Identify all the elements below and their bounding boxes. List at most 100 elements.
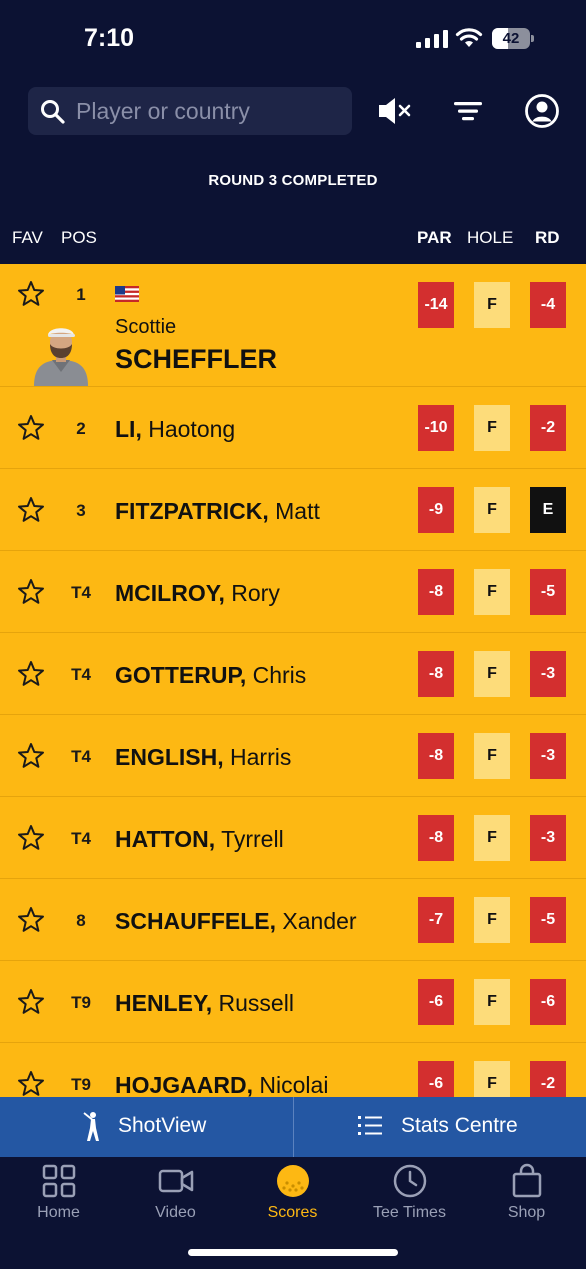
hole-status: F	[474, 282, 510, 328]
hole-status: F	[474, 405, 510, 451]
player-name: LI, Haotong	[115, 416, 236, 442]
score-to-par: -7	[418, 897, 454, 943]
tab-label: Shop	[507, 1204, 546, 1221]
hole-status: F	[474, 1061, 510, 1097]
player-row[interactable]: 2 LI, Haotong -10 F -2	[0, 387, 586, 469]
status-bar: 7:10 42	[0, 0, 586, 78]
favourite-star-icon[interactable]	[17, 414, 45, 442]
tab-tee-times[interactable]: Tee Times	[351, 1157, 468, 1237]
battery-level: 42	[502, 30, 520, 47]
player-position: T4	[71, 829, 91, 848]
player-position: T9	[71, 993, 91, 1012]
round-score: -5	[530, 569, 566, 615]
score-to-par: -8	[418, 733, 454, 779]
hole-status: F	[474, 815, 510, 861]
player-position: 8	[76, 911, 86, 930]
stats-centre-label: Stats Centre	[401, 1114, 518, 1137]
tab-scores[interactable]: Scores	[234, 1157, 351, 1237]
video-camera-icon	[158, 1169, 194, 1193]
speaker-muted-icon[interactable]	[377, 93, 413, 129]
favourite-star-icon[interactable]	[17, 988, 45, 1016]
hole-status: F	[474, 487, 510, 533]
favourite-star-icon[interactable]	[17, 578, 45, 606]
column-header-rd: RD	[535, 228, 560, 247]
favourite-star-icon[interactable]	[17, 1070, 45, 1097]
score-to-par: -8	[418, 651, 454, 697]
player-position: T4	[71, 583, 91, 602]
favourite-star-icon[interactable]	[17, 824, 45, 852]
round-score: -2	[530, 405, 566, 451]
status-time: 7:10	[84, 24, 135, 52]
player-row[interactable]: 3 FITZPATRICK, Matt -9 F E	[0, 469, 586, 551]
round-score: -3	[530, 815, 566, 861]
tab-video[interactable]: Video	[117, 1157, 234, 1237]
home-indicator	[188, 1249, 398, 1256]
wifi-icon	[455, 28, 483, 47]
round-score: -5	[530, 897, 566, 943]
favourite-star-icon[interactable]	[17, 742, 45, 770]
round-score: E	[530, 487, 566, 533]
player-row[interactable]: T4 HATTON, Tyrrell -8 F -3	[0, 797, 586, 879]
favourite-star-icon[interactable]	[17, 280, 45, 308]
round-score: -4	[530, 282, 566, 328]
favourite-star-icon[interactable]	[17, 906, 45, 934]
action-bar: ShotView Stats Centre	[0, 1097, 586, 1157]
score-to-par: -8	[418, 815, 454, 861]
player-first-name: Scottie	[115, 316, 177, 338]
score-to-par: -10	[418, 405, 454, 451]
golf-ball-icon	[277, 1165, 309, 1197]
player-position: T4	[71, 665, 91, 684]
tab-shop[interactable]: Shop	[468, 1157, 585, 1237]
tab-label: Home	[37, 1204, 80, 1221]
score-to-par: -9	[418, 487, 454, 533]
clock-icon	[393, 1164, 427, 1198]
player-name: GOTTERUP, Chris	[115, 662, 307, 688]
player-row[interactable]: T9 HOJGAARD, Nicolai -6 F -2	[0, 1043, 586, 1097]
player-row[interactable]: T4 MCILROY, Rory -8 F -5	[0, 551, 586, 633]
search-icon	[41, 100, 65, 124]
grid-icon	[42, 1164, 76, 1198]
player-name: HOJGAARD, Nicolai	[115, 1072, 329, 1097]
search-bar[interactable]	[28, 87, 352, 135]
stats-centre-button[interactable]: Stats Centre	[293, 1097, 586, 1157]
search-input[interactable]	[76, 87, 346, 135]
player-position: 1	[76, 285, 86, 304]
account-icon[interactable]	[524, 93, 560, 129]
leader-row[interactable]: 1 Scottie SCHEFFLER -14 F -4	[0, 264, 586, 387]
favourite-star-icon[interactable]	[17, 660, 45, 688]
battery-icon: 42	[492, 28, 534, 49]
player-position: T9	[71, 1075, 91, 1094]
round-score: -3	[530, 651, 566, 697]
tab-label: Scores	[267, 1204, 318, 1221]
player-name: SCHAUFFELE, Xander	[115, 908, 357, 934]
player-headshot	[32, 320, 90, 386]
usa-flag-icon	[115, 286, 139, 302]
column-header-hole: HOLE	[467, 228, 514, 247]
hole-status: F	[474, 897, 510, 943]
favourite-star-icon[interactable]	[17, 496, 45, 524]
player-row[interactable]: T9 HENLEY, Russell -6 F -6	[0, 961, 586, 1043]
player-last-name: SCHEFFLER	[115, 344, 277, 374]
round-score: -2	[530, 1061, 566, 1097]
round-status: ROUND 3 COMPLETED	[208, 172, 378, 189]
column-header-fav: FAV	[12, 228, 43, 247]
player-name: ENGLISH, Harris	[115, 744, 292, 770]
player-position: 2	[76, 419, 86, 438]
score-to-par: -8	[418, 569, 454, 615]
player-name: HATTON, Tyrrell	[115, 826, 284, 852]
shotview-button[interactable]: ShotView	[0, 1097, 293, 1157]
list-icon	[358, 1116, 382, 1135]
tab-home[interactable]: Home	[0, 1157, 117, 1237]
column-header-pos: POS	[61, 228, 97, 247]
golfer-icon	[83, 1112, 99, 1141]
player-row[interactable]: T4 GOTTERUP, Chris -8 F -3	[0, 633, 586, 715]
player-position: T4	[71, 747, 91, 766]
cellular-signal-icon	[416, 30, 448, 48]
hole-status: F	[474, 651, 510, 697]
hole-status: F	[474, 569, 510, 615]
player-row[interactable]: 8 SCHAUFFELE, Xander -7 F -5	[0, 879, 586, 961]
player-name: MCILROY, Rory	[115, 580, 280, 606]
player-row[interactable]: T4 ENGLISH, Harris -8 F -3	[0, 715, 586, 797]
tab-label: Tee Times	[373, 1204, 446, 1221]
filter-icon[interactable]	[451, 93, 487, 129]
